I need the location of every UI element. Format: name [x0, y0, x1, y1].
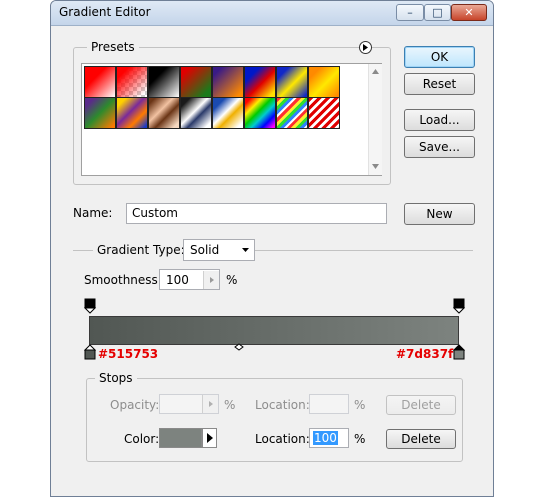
color-stop-right-icon[interactable]	[453, 344, 465, 360]
preset-swatch[interactable]	[84, 66, 116, 98]
location-percent: %	[354, 432, 366, 446]
preset-swatch[interactable]	[148, 97, 180, 129]
location-value: 100	[313, 431, 338, 445]
presets-menu-button[interactable]	[359, 41, 372, 54]
minimize-icon: –	[407, 6, 413, 19]
name-field[interactable]: Custom	[126, 203, 387, 224]
preset-swatch[interactable]	[276, 66, 308, 98]
preset-swatch[interactable]	[308, 97, 340, 129]
preset-swatch[interactable]	[212, 97, 244, 129]
close-icon: ✕	[464, 6, 474, 19]
smoothness-stepper[interactable]	[203, 271, 219, 289]
triangle-right-icon	[206, 433, 213, 443]
ok-button[interactable]: OK	[404, 46, 475, 68]
new-button[interactable]: New	[404, 203, 475, 225]
gradient-preview-bar[interactable]	[89, 316, 459, 345]
gradient-type-select[interactable]: Solid	[183, 239, 255, 261]
preset-swatch[interactable]	[180, 97, 212, 129]
preset-swatch[interactable]	[116, 66, 148, 98]
opacity-stop-left-icon[interactable]	[84, 298, 96, 314]
close-button[interactable]: ✕	[451, 4, 487, 21]
location-top-percent: %	[354, 398, 366, 412]
stop-color-swatch[interactable]	[159, 428, 202, 448]
preset-swatch[interactable]	[148, 66, 180, 98]
color-label: Color:	[124, 432, 160, 446]
location-top-label: Location:	[255, 398, 310, 412]
stops-legend: Stops	[95, 371, 137, 385]
smoothness-percent: %	[226, 273, 238, 287]
chevron-down-icon	[242, 248, 249, 252]
right-color-annotation: #7d837f	[396, 347, 454, 361]
save-button[interactable]: Save...	[404, 136, 475, 158]
maximize-button[interactable]: □	[424, 4, 451, 21]
gradient-type-value: Solid	[190, 243, 220, 257]
left-color-annotation: #515753	[98, 347, 159, 361]
caret-right-icon	[209, 277, 214, 283]
preset-swatch[interactable]	[212, 66, 244, 98]
location-label: Location:	[255, 432, 310, 446]
color-stop-left-icon[interactable]	[84, 344, 96, 360]
window-title: Gradient Editor	[59, 5, 151, 19]
preset-swatch[interactable]	[84, 97, 116, 129]
presets-list	[81, 63, 382, 176]
delete-opacity-stop-button[interactable]: Delete	[386, 395, 456, 415]
preset-swatch[interactable]	[244, 97, 276, 129]
load-button[interactable]: Load...	[404, 109, 475, 131]
location-input[interactable]: 100	[309, 428, 349, 448]
preset-swatch[interactable]	[180, 66, 212, 98]
smoothness-input[interactable]: 100	[159, 269, 220, 290]
preset-swatch[interactable]	[244, 66, 276, 98]
circle-arrow-right-icon	[363, 44, 368, 51]
preset-swatch[interactable]	[276, 97, 308, 129]
location-top-input[interactable]	[309, 394, 349, 414]
maximize-icon: □	[432, 6, 443, 19]
scroll-down-icon[interactable]	[372, 164, 379, 169]
smoothness-value: 100	[166, 273, 189, 287]
opacity-stop-right-icon[interactable]	[453, 298, 465, 314]
gradient-editor-window: Gradient Editor – □ ✕ Presets OK Reset L…	[50, 0, 494, 497]
preset-swatch[interactable]	[116, 97, 148, 129]
delete-color-stop-button[interactable]: Delete	[386, 429, 456, 449]
caret-right-icon	[208, 401, 213, 407]
gradient-type-label: Gradient Type:	[93, 243, 189, 257]
stops-group	[86, 378, 463, 462]
opacity-percent: %	[224, 398, 236, 412]
color-picker-button[interactable]	[202, 428, 217, 448]
smoothness-label: Smoothness:	[84, 273, 162, 287]
opacity-stepper[interactable]	[202, 395, 218, 413]
opacity-input[interactable]	[159, 394, 219, 414]
reset-button[interactable]: Reset	[404, 73, 475, 95]
minimize-button[interactable]: –	[396, 4, 424, 21]
presets-legend: Presets	[87, 40, 139, 54]
presets-scrollbar[interactable]	[368, 64, 382, 175]
name-label: Name:	[73, 206, 113, 220]
midpoint-diamond-icon[interactable]	[234, 343, 244, 351]
scroll-up-icon[interactable]	[372, 69, 379, 74]
title-bar: Gradient Editor – □ ✕	[51, 1, 493, 26]
preset-swatch[interactable]	[308, 66, 340, 98]
opacity-label: Opacity:	[110, 398, 160, 412]
